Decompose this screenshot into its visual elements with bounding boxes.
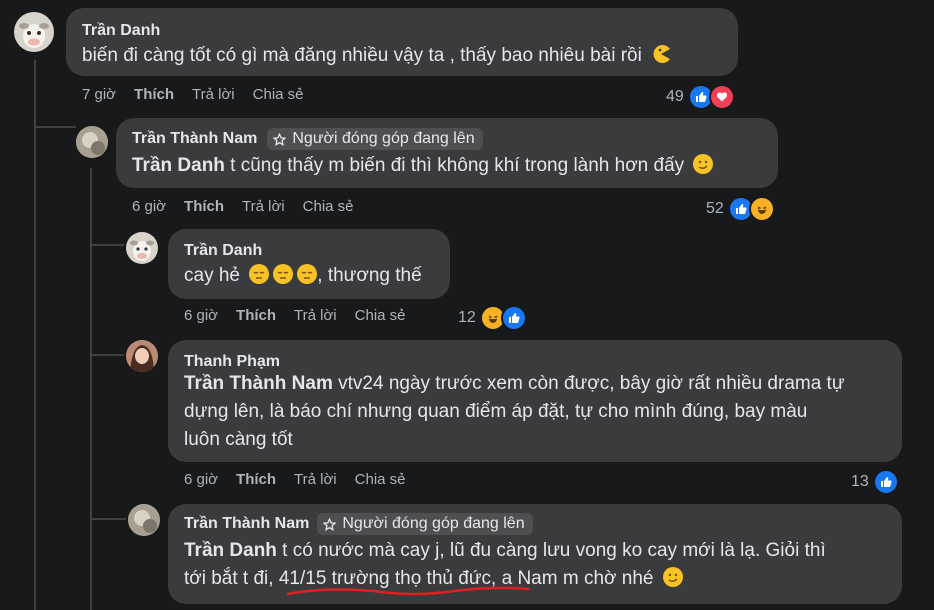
reply-button[interactable]: Trả lời: [294, 471, 337, 488]
smirk-emoji-icon: [662, 567, 683, 587]
avatar[interactable]: [14, 12, 54, 52]
like-reaction-icon: [872, 469, 899, 495]
avatar-photo-icon: [128, 504, 160, 536]
thread-line: [34, 60, 36, 610]
share-button[interactable]: Chia sẻ: [355, 471, 406, 488]
comment-line: Trần Thành Nam vtv24 ngày trước xem còn …: [184, 370, 845, 398]
reaction-summary[interactable]: 49: [666, 84, 735, 110]
comment-bubble: Thanh Phạm Trần Thành Nam vtv24 ngày trư…: [168, 340, 902, 462]
contributor-badge[interactable]: Người đóng góp đang lên: [317, 513, 533, 535]
comment-actions: 6 giờ Thích Trả lời Chia sẻ: [184, 471, 424, 488]
comment-bubble: Trần Thành Nam Người đóng góp đang lên T…: [116, 118, 778, 188]
comment-bubble: Trần Danh cay hẻ , thương thế: [168, 229, 450, 299]
avatar[interactable]: [76, 126, 108, 158]
relieved-emoji-icon: [249, 264, 270, 284]
comment-actions: 6 giờ Thích Trả lời Chia sẻ: [184, 307, 424, 324]
comment-text-body: vtv24 ngày trước xem còn được, bây giờ r…: [332, 373, 845, 394]
avatar-photo-icon: [76, 126, 108, 158]
comment-author[interactable]: Trần Danh: [82, 22, 160, 40]
like-button[interactable]: Thích: [184, 198, 224, 215]
reaction-summary[interactable]: 12: [458, 305, 527, 331]
relieved-emoji-icon: [273, 264, 294, 284]
relieved-emoji-icon: [297, 264, 318, 284]
comment-line: Trần Danh t có nước mà cay j, lũ đu càng…: [184, 537, 826, 565]
mention-link[interactable]: Trần Danh: [132, 155, 225, 176]
comment-text: cay hẻ , thương thế: [184, 262, 422, 290]
comment-text: Trần Danh t cũng thấy m biến đi thì khôn…: [132, 152, 714, 180]
mention-link[interactable]: Trần Thành Nam: [184, 373, 333, 394]
contributor-badge[interactable]: Người đóng góp đang lên: [267, 128, 483, 150]
reply-button[interactable]: Trả lời: [294, 307, 337, 324]
timestamp[interactable]: 6 giờ: [184, 307, 218, 324]
comment-actions: 7 giờ Thích Trả lời Chia sẻ: [82, 86, 322, 103]
mention-link[interactable]: Trần Danh: [184, 540, 277, 561]
comment-author[interactable]: Thanh Phạm: [184, 353, 280, 371]
cow-avatar-icon: [130, 240, 154, 261]
red-underline-annotation: [286, 586, 530, 596]
like-reaction-icon: [500, 305, 527, 331]
pacman-emoji-icon: [651, 44, 671, 64]
timestamp[interactable]: 6 giờ: [184, 471, 218, 488]
reaction-count: 52: [706, 200, 724, 217]
comment-text: Trần Thành Nam vtv24 ngày trước xem còn …: [184, 370, 845, 454]
timestamp[interactable]: 6 giờ: [132, 198, 166, 215]
avatar-photo-icon: [126, 340, 158, 372]
thread-branch: [90, 354, 124, 356]
cow-avatar-icon: [19, 23, 49, 48]
thread-branch: [90, 518, 126, 520]
thread-line: [90, 168, 92, 610]
reaction-count: 13: [851, 473, 869, 490]
comment-text-body: t có nước mà cay j, lũ đu càng lưu vong …: [276, 540, 826, 561]
comment-header: Trần Thành Nam Người đóng góp đang lên: [184, 513, 533, 535]
avatar[interactable]: [126, 232, 158, 264]
thread-branch: [90, 244, 124, 246]
comment-text-tail: , thương thế: [317, 265, 422, 286]
reply-button[interactable]: Trả lời: [242, 198, 285, 215]
star-icon: [323, 517, 337, 531]
comment-text-body: t cũng thấy m biến đi thì không khí tron…: [224, 155, 685, 176]
comment-line: dựng lên, là báo chí nhưng quan điểm áp …: [184, 401, 808, 422]
reaction-count: 49: [666, 88, 684, 105]
comment-actions: 6 giờ Thích Trả lời Chia sẻ: [132, 198, 372, 215]
comment-text-part: tới bắt t đi,: [184, 568, 279, 589]
badge-label: Người đóng góp đang lên: [342, 515, 525, 532]
comment-line: luôn càng tốt: [184, 429, 293, 450]
avatar[interactable]: [126, 340, 158, 372]
comment-text-body: biến đi càng tốt có gì mà đăng nhiều vậy…: [82, 45, 642, 66]
thread-branch: [34, 126, 76, 128]
share-button[interactable]: Chia sẻ: [303, 198, 354, 215]
comment-header: Trần Thành Nam Người đóng góp đang lên: [132, 128, 483, 150]
share-button[interactable]: Chia sẻ: [253, 86, 304, 103]
love-reaction-icon: [708, 84, 735, 110]
badge-label: Người đóng góp đang lên: [292, 130, 475, 147]
share-button[interactable]: Chia sẻ: [355, 307, 406, 324]
like-button[interactable]: Thích: [236, 471, 276, 488]
comment-bubble: Trần Danh biến đi càng tốt có gì mà đăng…: [66, 8, 738, 76]
comment-author[interactable]: Trần Thành Nam: [132, 130, 257, 148]
comment-text-body: cay hẻ: [184, 265, 240, 286]
reaction-summary[interactable]: 13: [851, 469, 899, 495]
like-button[interactable]: Thích: [236, 307, 276, 324]
avatar[interactable]: [128, 504, 160, 536]
reaction-count: 12: [458, 309, 476, 326]
star-icon: [273, 132, 287, 146]
reply-button[interactable]: Trả lời: [192, 86, 235, 103]
reaction-summary[interactable]: 52: [706, 196, 775, 222]
smirk-emoji-icon: [693, 154, 714, 174]
haha-reaction-icon: [748, 196, 775, 222]
comment-text: biến đi càng tốt có gì mà đăng nhiều vậy…: [82, 42, 671, 70]
comment-author[interactable]: Trần Danh: [184, 242, 262, 260]
like-button[interactable]: Thích: [134, 86, 174, 103]
comment-bubble: Trần Thành Nam Người đóng góp đang lên T…: [168, 504, 902, 604]
comment-author[interactable]: Trần Thành Nam: [184, 515, 309, 533]
timestamp[interactable]: 7 giờ: [82, 86, 116, 103]
